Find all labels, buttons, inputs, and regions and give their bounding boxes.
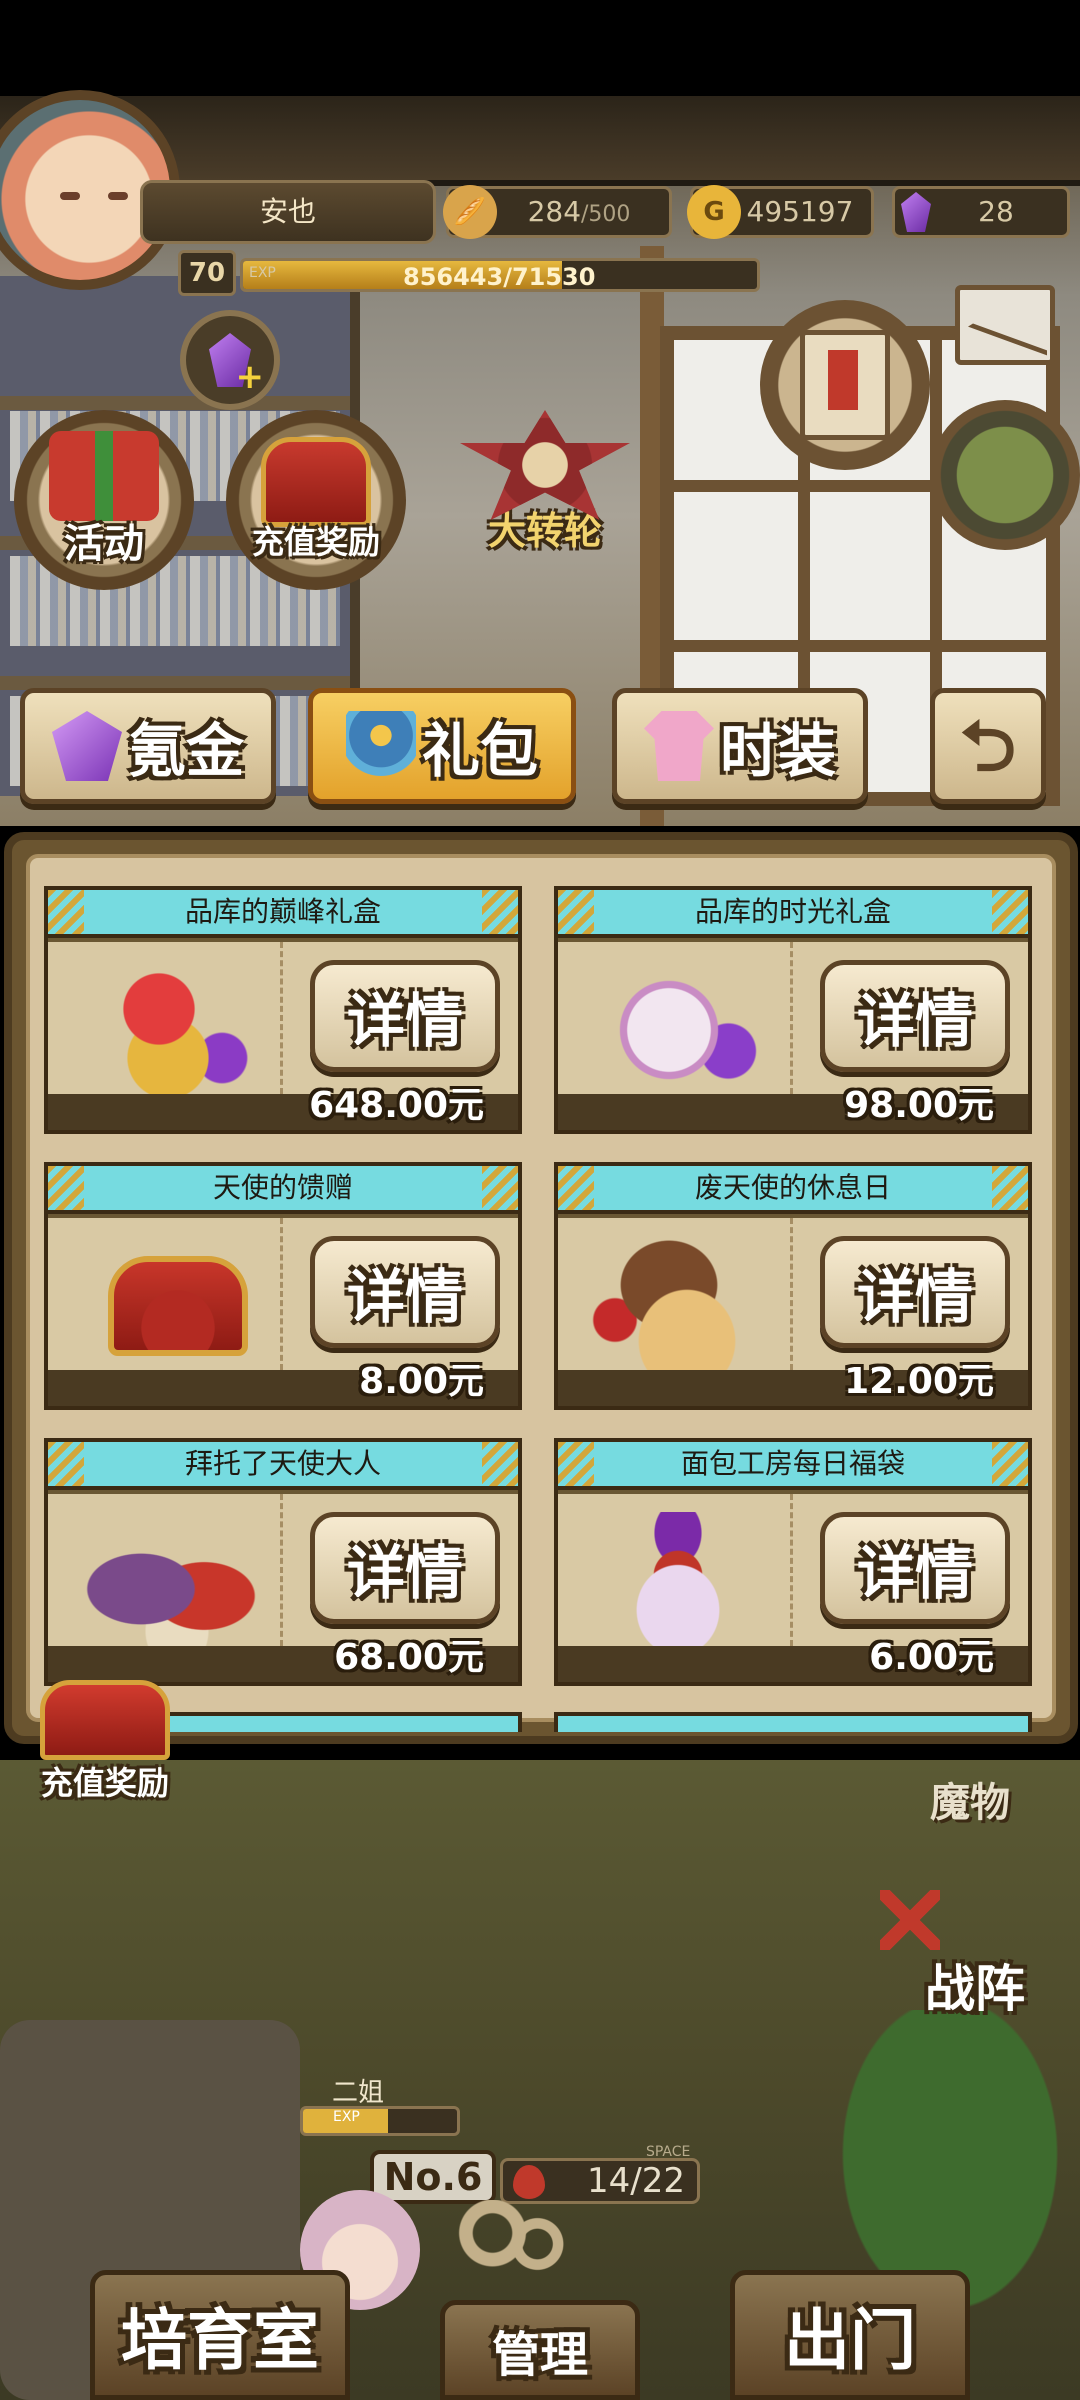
shop-card-title: 品库的时光礼盒 [558,890,1028,938]
exp-bar: EXP 856443/71530 [240,258,760,292]
gift-bag-icon [345,711,416,781]
monster-sign[interactable]: 魔物 [880,1770,1060,1830]
shop-card-title: 品库的巅峰礼盒 [48,890,518,938]
tab-costume-label: 时装 [719,717,836,785]
detail-button[interactable]: 详情 [820,960,1010,1072]
red-chest-icon [108,1256,248,1356]
bread-icon: 🥖 [443,185,497,239]
lucky-bag-icon [588,1512,768,1652]
gem-icon [51,711,122,781]
shop-card: 拜托了天使大人 详情 68.00元 [44,1438,522,1686]
bread-max: /500 [581,202,631,227]
activity-button[interactable]: 活动 [14,410,194,590]
room-number: No.6 [370,2150,496,2204]
floating-recharge-label: 充值奖励 [40,1764,169,1802]
tab-gift-pack-label: 礼包 [421,717,538,785]
mail-button[interactable] [955,285,1055,365]
gem-icon [889,185,943,239]
picnic-basket-icon [588,1236,768,1376]
detail-button[interactable]: 详情 [820,1236,1010,1348]
recharge-reward-button[interactable]: 充值奖励 [226,410,406,590]
room-capacity: 14/22 [500,2158,700,2204]
buy-gems-button[interactable]: + [180,310,280,410]
gem-counter: 28 [892,186,1070,238]
gift-pile-icon [78,960,258,1100]
back-button[interactable]: ⮌ [930,688,1046,804]
big-wheel-button[interactable]: 大转轮 [450,410,640,570]
backpack-button[interactable] [930,400,1080,550]
gift-box-icon [49,431,159,521]
exp-value: 856443/71530 [403,263,596,291]
shop-card: 天使的馈赠 详情 8.00元 [44,1162,522,1410]
gold-coin-icon: G [687,185,741,239]
nav-manage[interactable]: 管理 [440,2300,640,2400]
nursery-scene: 魔物 战阵 二姐 EXP No.6 14/22 SPACE 培育室 管理 出门 [0,1760,1080,2400]
shop-card: 品库的巅峰礼盒 详情 648.00元 [44,886,522,1134]
detail-button[interactable]: 详情 [310,1512,500,1624]
tab-recharge[interactable]: 氪金 [20,688,276,804]
treasure-chest-icon [40,1680,170,1760]
shop-card-price: 68.00元 [334,1637,484,1678]
plus-icon: + [235,357,265,397]
detail-button[interactable]: 详情 [310,960,500,1072]
shop-card-title: 废天使的休息日 [558,1166,1028,1214]
shop-card: 面包工房每日福袋 详情 6.00元 [554,1438,1032,1686]
detail-button[interactable]: 详情 [820,1512,1010,1624]
space-label: SPACE [646,2144,691,2160]
shop-card-price: 8.00元 [359,1361,484,1402]
shop-card-title: 面包工房每日福袋 [558,1442,1028,1490]
gold-value: 495197 [746,195,854,228]
battle-formation-button[interactable]: 战阵 [880,1940,1070,2030]
shop-card-price: 6.00元 [869,1637,994,1678]
detail-button[interactable]: 详情 [310,1236,500,1348]
tab-gift-pack[interactable]: 礼包 [308,688,576,804]
nav-nursery[interactable]: 培育室 [90,2270,350,2400]
player-name: 安也 [140,180,436,244]
shirt-icon [643,711,714,781]
shop-card-partial [554,1712,1032,1732]
shop-card-title: 拜托了天使大人 [48,1442,518,1490]
hourglass-bottle-icon [588,960,768,1100]
keys-icon [455,2200,605,2310]
status-bar [0,0,1080,96]
shop-card-price: 648.00元 [309,1085,484,1126]
shop-card: 废天使的休息日 详情 12.00元 [554,1162,1032,1410]
pet-exp-label: EXP [333,2109,360,2125]
gem-value: 28 [978,195,1014,228]
shop-card: 品库的时光礼盒 详情 98.00元 [554,886,1032,1134]
bread-counter: 🥖 284/500 [443,185,672,239]
activity-label: 活动 [64,521,144,567]
exclamation-icon [828,350,858,410]
treasure-chest-icon [261,437,371,527]
tab-recharge-label: 氪金 [127,717,244,785]
pet-name: 二姐 [332,2078,385,2108]
tab-costume[interactable]: 时装 [612,688,868,804]
floating-recharge-reward-button[interactable]: 充值奖励 [30,1680,180,1802]
flame-icon [513,2165,545,2199]
pet-exp-bar: EXP [300,2106,460,2136]
player-level: 70 [178,250,236,296]
shop-card-title: 天使的馈赠 [48,1166,518,1214]
gold-counter: G 495197 [687,185,874,239]
room-capacity-value: 14/22 [587,2161,685,2201]
quest-scroll-button[interactable] [760,300,930,470]
chest-bundle-icon [78,1512,258,1652]
return-arrow-icon: ⮌ [959,705,1017,787]
shop-card-price: 12.00元 [844,1361,994,1402]
shop-card-price: 98.00元 [844,1085,994,1126]
recharge-reward-label: 充值奖励 [251,523,380,561]
exp-label: EXP [249,265,276,281]
bread-value: 284 [527,195,582,228]
nav-go-out[interactable]: 出门 [730,2270,970,2400]
